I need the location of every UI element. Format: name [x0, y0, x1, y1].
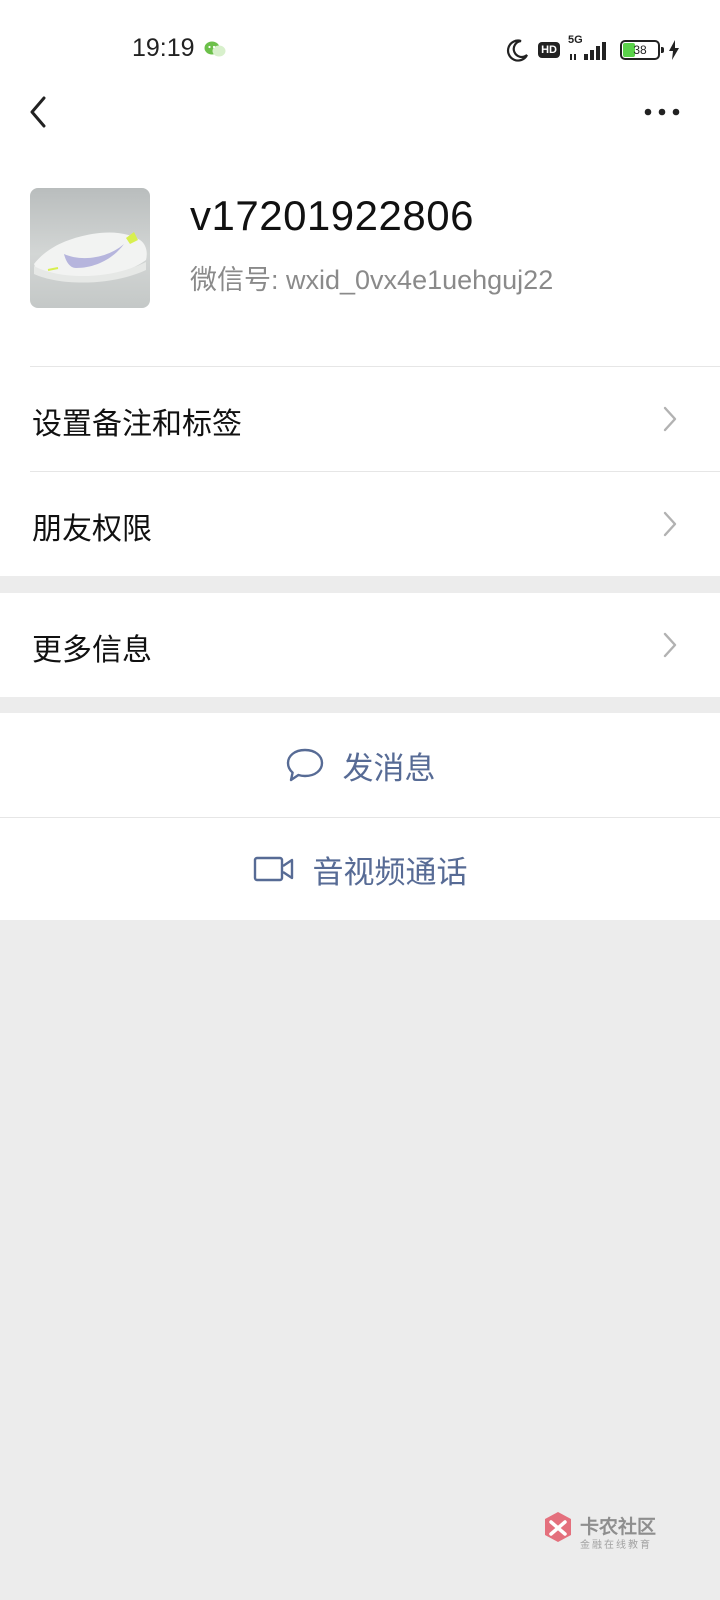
- avatar[interactable]: [30, 188, 150, 308]
- status-time: 19:19: [132, 34, 195, 62]
- chat-bubble-icon: [286, 748, 323, 782]
- battery-tip: [661, 47, 664, 53]
- watermark-title: 卡农社区: [580, 1516, 657, 1538]
- send-message-button[interactable]: 发消息: [0, 713, 720, 817]
- cellular-signal-icon: 5G: [568, 34, 612, 62]
- friend-permissions-row[interactable]: 朋友权限: [0, 472, 720, 576]
- status-indicators: HD 5G 38: [506, 34, 680, 64]
- kanong-logo-icon: [545, 1512, 571, 1542]
- friend-permissions-label: 朋友权限: [32, 512, 152, 547]
- more-info-row[interactable]: 更多信息: [0, 593, 720, 697]
- watermark-subtitle: 金融在线教育: [580, 1540, 652, 1551]
- back-arrow-icon[interactable]: [22, 90, 56, 134]
- send-message-label: 发消息: [342, 750, 436, 787]
- status-bar: 19:19 HD 5G 38: [0, 0, 720, 100]
- contact-nickname: v17201922806: [190, 192, 474, 239]
- wechat-notification-icon: [204, 41, 226, 57]
- kanong-watermark-logo: 卡农社区 金融在线教育: [540, 1510, 670, 1551]
- chevron-right-icon: [663, 406, 677, 432]
- moon-icon: [507, 39, 529, 62]
- send-message-content: 发消息: [0, 713, 720, 817]
- video-call-label: 音视频通话: [312, 854, 468, 891]
- contact-wechat-id: 微信号: wxid_0vx4e1uehguj22: [190, 265, 554, 295]
- hd-badge: HD: [538, 42, 560, 58]
- battery-icon: 38: [620, 40, 664, 60]
- chevron-right-icon: [663, 511, 677, 537]
- video-call-content: 音视频通话: [0, 818, 720, 920]
- remark-and-tags-label: 设置备注和标签: [32, 407, 242, 442]
- video-camera-icon: [253, 856, 293, 882]
- more-options-icon[interactable]: [642, 100, 682, 124]
- chevron-right-icon: [663, 632, 677, 658]
- avatar-sneaker-image: [30, 188, 150, 308]
- charging-icon: [669, 40, 679, 60]
- remark-and-tags-row[interactable]: 设置备注和标签: [0, 367, 720, 471]
- battery-level: 38: [633, 43, 647, 57]
- video-call-button[interactable]: 音视频通话: [0, 818, 720, 920]
- more-info-label: 更多信息: [32, 633, 152, 668]
- network-type: 5G: [568, 34, 583, 46]
